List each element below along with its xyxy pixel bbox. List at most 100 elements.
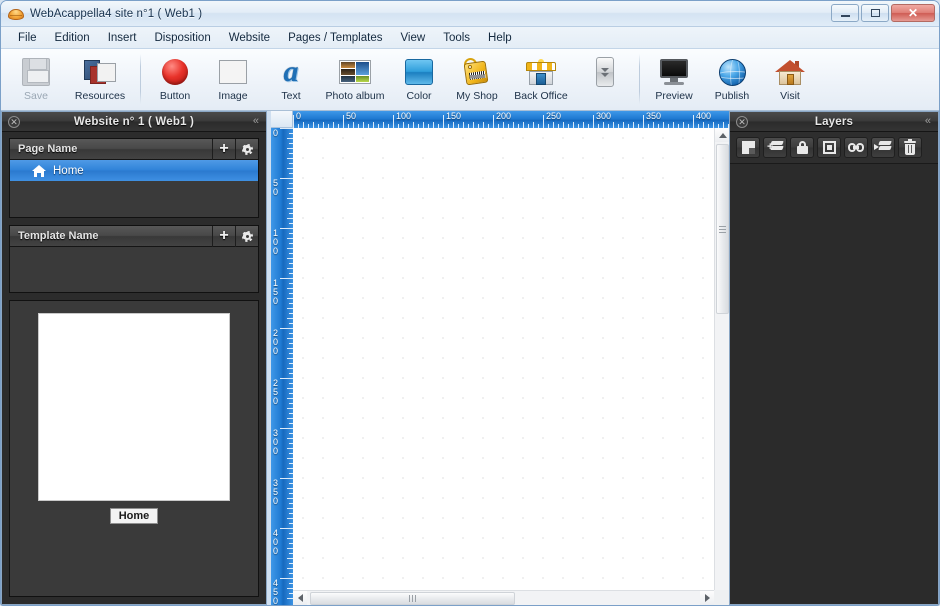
ruler-tick — [498, 124, 499, 128]
website-panel-collapse-icon[interactable]: « — [253, 115, 259, 128]
scroll-up-button[interactable] — [715, 128, 729, 142]
menu-item-edition[interactable]: Edition — [46, 29, 99, 47]
ruler-tick — [289, 473, 293, 474]
ruler-tick — [323, 122, 324, 128]
plus-icon: + — [219, 227, 229, 244]
house-icon — [773, 55, 807, 89]
scroll-right-button[interactable] — [700, 591, 714, 605]
scroll-grip-icon — [719, 225, 726, 233]
ruler-tick — [388, 124, 389, 128]
layers-panel-collapse-icon[interactable]: « — [925, 115, 931, 128]
window-controls: ✕ — [831, 4, 935, 22]
toolbar-button-color[interactable]: Color — [390, 52, 448, 110]
ruler-tick — [438, 124, 439, 128]
toolbar-button-label: Photo album — [325, 90, 385, 102]
toolbar-button-visit[interactable]: Visit — [761, 52, 819, 110]
menu-item-view[interactable]: View — [391, 29, 434, 47]
ruler-label: 350 — [273, 478, 279, 506]
ruler-tick — [289, 413, 293, 414]
toolbar-button-text[interactable]: a Text — [262, 52, 320, 110]
vertical-scroll-thumb[interactable] — [716, 144, 729, 314]
ruler-tick — [289, 193, 293, 194]
menu-item-file[interactable]: File — [9, 29, 46, 47]
canvas-area[interactable] — [293, 128, 729, 605]
ruler-tick — [458, 124, 459, 128]
lock-layer-button[interactable] — [790, 137, 814, 158]
menu-item-help[interactable]: Help — [479, 29, 521, 47]
toolbar-button-preview[interactable]: Preview — [645, 52, 703, 110]
ruler-tick — [343, 115, 344, 128]
menu-item-insert[interactable]: Insert — [99, 29, 146, 47]
ruler-tick — [663, 122, 664, 128]
add-template-button[interactable]: + — [212, 225, 235, 247]
ruler-tick — [287, 388, 293, 389]
ruler-tick — [289, 353, 293, 354]
ruler-tick — [353, 122, 354, 128]
menu-item-website[interactable]: Website — [220, 29, 279, 47]
select-frame-button[interactable] — [817, 137, 841, 158]
ruler-label: 250 — [273, 378, 279, 406]
template-settings-button[interactable] — [235, 225, 258, 247]
page-settings-button[interactable] — [235, 138, 258, 160]
maximize-button[interactable] — [861, 4, 889, 22]
toolbar-button-publish[interactable]: Publish — [703, 52, 761, 110]
move-layer-button[interactable] — [871, 137, 895, 158]
menu-item-pages-templates[interactable]: Pages / Templates — [279, 29, 391, 47]
link-layer-button[interactable] — [844, 137, 868, 158]
toolbar-button-chevron-double-down[interactable] — [576, 52, 634, 110]
ruler-tick — [289, 443, 293, 444]
new-layer-button[interactable] — [736, 137, 760, 158]
red-button-icon — [158, 55, 192, 89]
ruler-tick — [493, 115, 494, 128]
minimize-button[interactable] — [831, 4, 859, 22]
add-to-layer-button[interactable]: + — [763, 137, 787, 158]
toolbar-button-back-office[interactable]: Back Office — [506, 52, 576, 110]
ruler-tick — [673, 122, 674, 128]
list-item[interactable]: Home — [10, 160, 258, 181]
ruler-tick — [708, 124, 709, 128]
ruler-tick — [287, 298, 293, 299]
menu-item-tools[interactable]: Tools — [434, 29, 479, 47]
horizontal-ruler: 0 50 100 150 200 250 300 350 400 — [293, 111, 729, 128]
menu-item-disposition[interactable]: Disposition — [145, 29, 219, 47]
lock-icon — [796, 141, 808, 154]
website-panel-close-icon[interactable]: ✕ — [8, 116, 20, 128]
toolbar-button-button[interactable]: Button — [146, 52, 204, 110]
layers-list[interactable] — [730, 164, 938, 604]
ruler-tick — [287, 448, 293, 449]
close-button[interactable]: ✕ — [891, 4, 935, 22]
ruler-label: 50 — [273, 178, 279, 197]
ruler-tick — [638, 124, 639, 128]
layers-panel-close-icon[interactable]: ✕ — [736, 116, 748, 128]
toolbar-button-resources[interactable]: Resources — [65, 52, 135, 110]
chevron-double-down-icon — [588, 55, 622, 89]
ruler-tick — [478, 124, 479, 128]
ruler-label: 0 — [296, 111, 302, 121]
canvas-horizontal-scrollbar[interactable] — [293, 590, 714, 605]
ruler-tick — [648, 124, 649, 128]
toolbar-button-photo-album[interactable]: Photo album — [320, 52, 390, 110]
toolbar-button-my-shop[interactable]: My Shop — [448, 52, 506, 110]
ruler-label: 100 — [273, 228, 279, 256]
ruler-tick — [568, 124, 569, 128]
scroll-left-button[interactable] — [293, 591, 307, 605]
page-thumbnail-preview[interactable] — [38, 313, 230, 501]
ruler-tick — [588, 124, 589, 128]
toolbar-separator — [639, 54, 640, 104]
toolbar-button-save[interactable]: Save — [7, 52, 65, 110]
ruler-tick — [289, 523, 293, 524]
ruler-label: 450 — [273, 578, 279, 606]
ruler-tick — [368, 124, 369, 128]
page-canvas[interactable] — [293, 128, 714, 590]
toolbar-button-image[interactable]: Image — [204, 52, 262, 110]
ruler-tick — [289, 483, 293, 484]
ruler-tick — [423, 122, 424, 128]
horizontal-scroll-thumb[interactable] — [310, 592, 515, 605]
ruler-tick — [703, 122, 704, 128]
add-page-button[interactable]: + — [212, 138, 235, 160]
delete-layer-button[interactable] — [898, 137, 922, 158]
canvas-vertical-scrollbar[interactable] — [714, 128, 729, 590]
ruler-corner — [271, 111, 293, 128]
toolbar-button-label: Image — [218, 90, 248, 102]
ruler-tick — [287, 588, 293, 589]
